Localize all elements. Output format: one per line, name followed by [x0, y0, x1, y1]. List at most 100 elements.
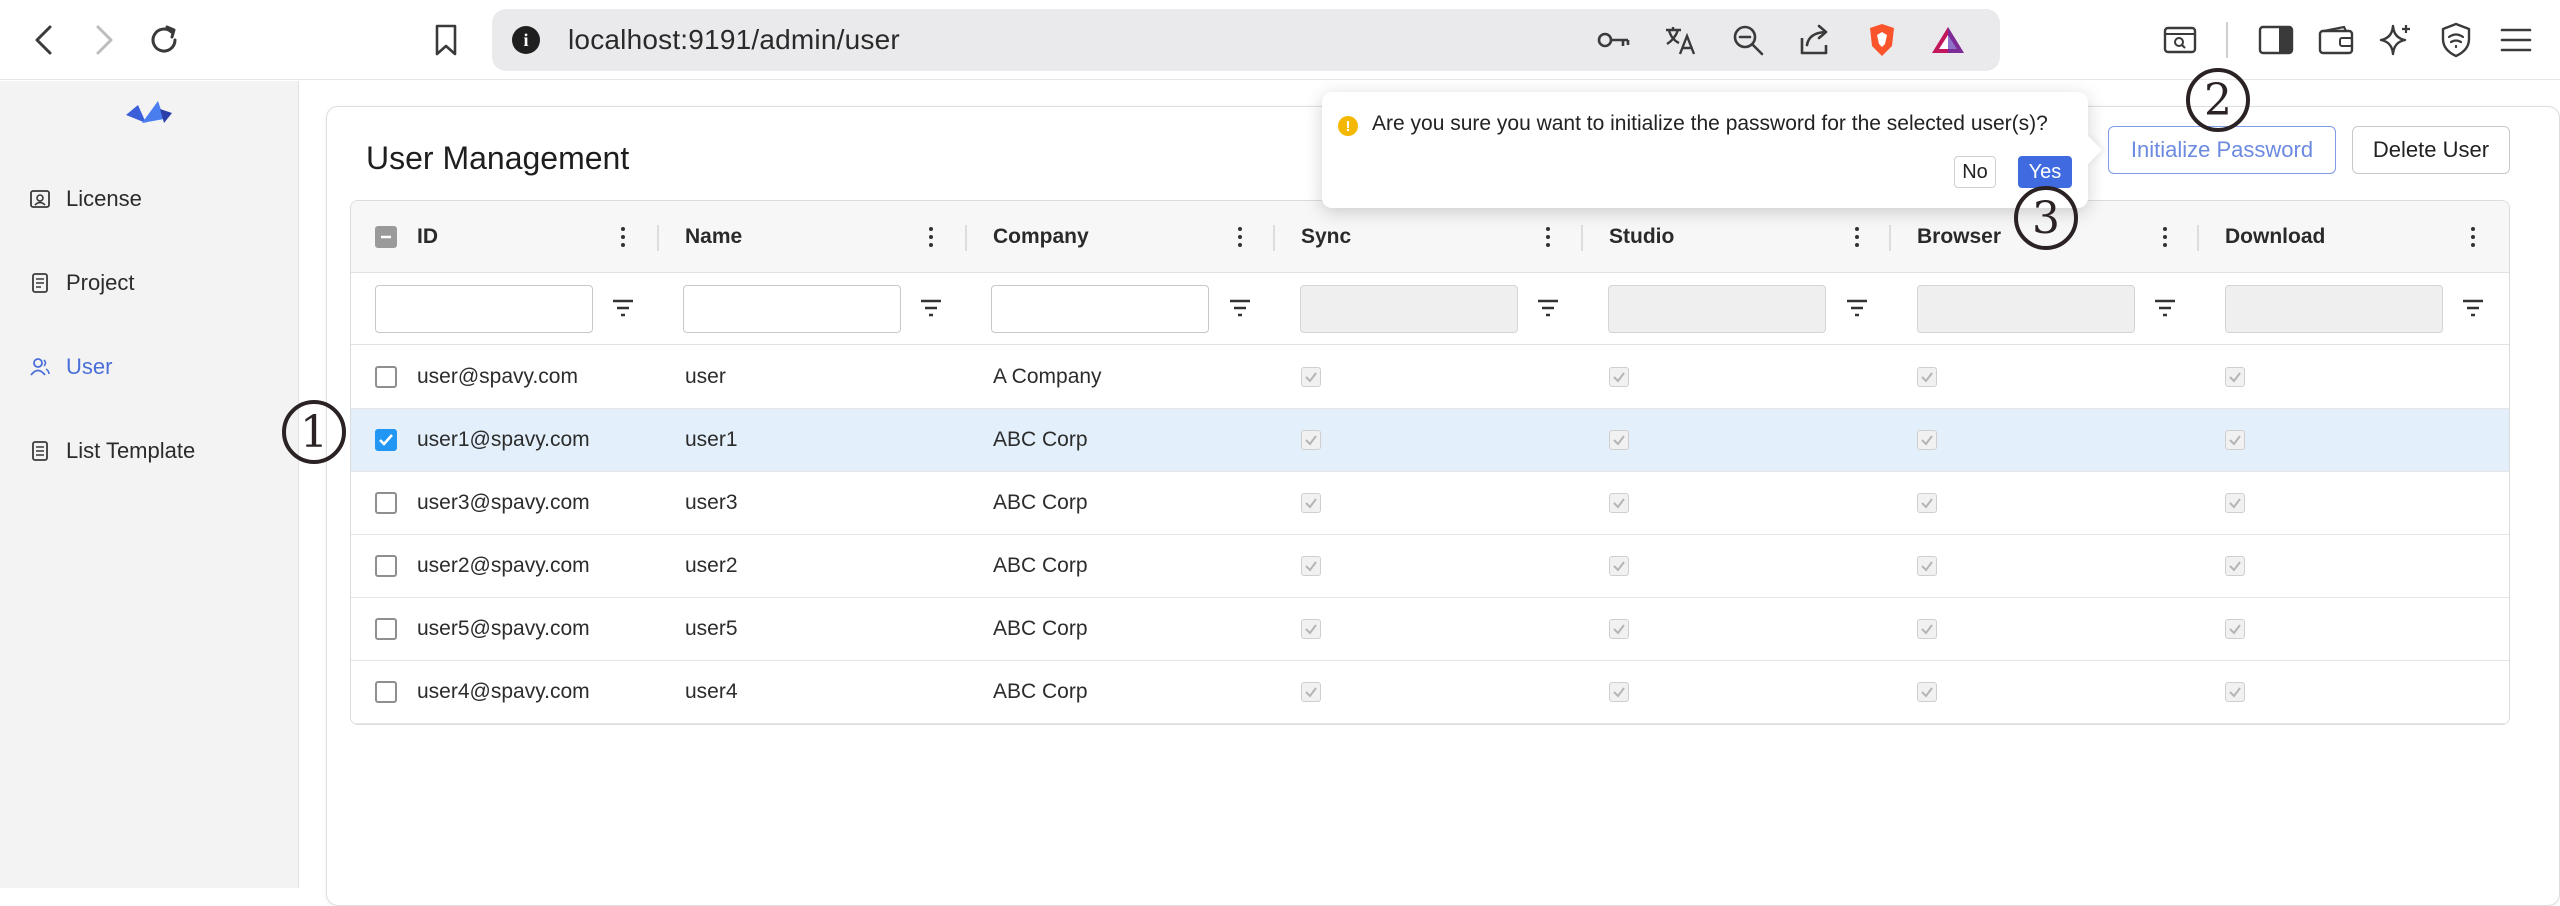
column-separator[interactable] — [1273, 225, 1275, 251]
row-checkbox[interactable] — [375, 429, 397, 451]
reload-icon[interactable] — [138, 14, 190, 66]
address-bar[interactable]: i localhost:9191/admin/user — [492, 9, 2000, 71]
step-marker-2: 2 — [2186, 68, 2250, 132]
column-menu-icon[interactable] — [921, 221, 941, 253]
share-icon[interactable] — [1796, 22, 1832, 58]
sidebar-item-label: List Template — [66, 438, 196, 463]
studio-checkbox — [1609, 556, 1629, 576]
column-header-company[interactable]: Company — [993, 201, 1089, 273]
column-separator[interactable] — [1581, 225, 1583, 251]
studio-filter-input[interactable] — [1608, 285, 1826, 333]
table-row[interactable]: user2@spavy.com user2 ABC Corp — [351, 535, 2509, 598]
confirm-no-button[interactable]: No — [1954, 156, 1996, 188]
sidebar-item-label: License — [66, 186, 142, 211]
column-header-browser[interactable]: Browser — [1917, 201, 2001, 273]
cell-id: user5@spavy.com — [417, 617, 590, 640]
column-menu-icon[interactable] — [1538, 221, 1558, 253]
column-header-sync[interactable]: Sync — [1301, 201, 1351, 273]
column-menu-icon[interactable] — [2463, 221, 2483, 253]
sidebar: License Project User List Template — [0, 81, 299, 888]
step-marker-1: 1 — [282, 400, 346, 464]
table-row[interactable]: user5@spavy.com user5 ABC Corp — [351, 598, 2509, 661]
filter-icon[interactable] — [1228, 295, 1252, 321]
translate-icon[interactable] — [1662, 22, 1698, 58]
download-checkbox — [2225, 367, 2245, 387]
id-filter-input[interactable] — [375, 285, 593, 333]
browser-toolbar: i localhost:9191/admin/user — [0, 0, 2560, 80]
cell-name: user5 — [685, 617, 738, 640]
row-checkbox[interactable] — [375, 366, 397, 388]
cell-name: user — [685, 365, 726, 388]
filter-icon[interactable] — [2461, 295, 2485, 321]
sidebar-item-label: User — [66, 354, 113, 379]
column-header-download[interactable]: Download — [2225, 201, 2325, 273]
row-checkbox[interactable] — [375, 618, 397, 640]
table-row[interactable]: user@spavy.com user A Company — [351, 346, 2509, 409]
column-menu-icon[interactable] — [613, 221, 633, 253]
table-row[interactable]: user4@spavy.com user4 ABC Corp — [351, 661, 2509, 724]
filter-icon[interactable] — [1845, 295, 1869, 321]
sidebar-icon[interactable] — [2254, 18, 2298, 62]
search-tabs-icon[interactable] — [2158, 18, 2202, 62]
page-title: User Management — [366, 140, 630, 176]
filter-icon[interactable] — [919, 295, 943, 321]
sidebar-item-list-template[interactable]: List Template — [28, 429, 195, 473]
row-checkbox[interactable] — [375, 681, 397, 703]
download-filter-input[interactable] — [2225, 285, 2443, 333]
menu-icon[interactable] — [2494, 18, 2538, 62]
key-icon[interactable] — [1596, 22, 1632, 58]
sync-checkbox — [1301, 430, 1321, 450]
sync-checkbox — [1301, 367, 1321, 387]
select-all-checkbox[interactable] — [375, 226, 397, 248]
filter-row — [351, 273, 2509, 345]
column-separator[interactable] — [657, 225, 659, 251]
filter-icon[interactable] — [1536, 295, 1560, 321]
wallet-icon[interactable] — [2314, 18, 2358, 62]
leo-ai-icon[interactable] — [2374, 18, 2418, 62]
filter-icon[interactable] — [2153, 295, 2177, 321]
cell-name: user3 — [685, 491, 738, 514]
sync-checkbox — [1301, 556, 1321, 576]
forward-icon[interactable] — [78, 14, 130, 66]
warning-icon: ! — [1338, 116, 1358, 136]
row-checkbox[interactable] — [375, 492, 397, 514]
bookmark-icon[interactable] — [420, 14, 472, 66]
column-separator[interactable] — [2197, 225, 2199, 251]
column-menu-icon[interactable] — [2155, 221, 2175, 253]
brave-shield-icon[interactable] — [1864, 22, 1900, 58]
table-row[interactable]: user1@spavy.com user1 ABC Corp — [351, 409, 2509, 472]
back-icon[interactable] — [18, 14, 70, 66]
column-menu-icon[interactable] — [1230, 221, 1250, 253]
company-filter-input[interactable] — [991, 285, 1209, 333]
brave-rewards-icon[interactable] — [1930, 22, 1966, 58]
column-header-name[interactable]: Name — [685, 201, 742, 273]
name-filter-input[interactable] — [683, 285, 901, 333]
browser-filter-input[interactable] — [1917, 285, 2135, 333]
filter-icon[interactable] — [611, 295, 635, 321]
row-checkbox[interactable] — [375, 555, 397, 577]
vpn-icon[interactable] — [2434, 18, 2478, 62]
sidebar-item-user[interactable]: User — [28, 345, 112, 389]
delete-user-button[interactable]: Delete User — [2352, 126, 2510, 174]
cell-id: user@spavy.com — [417, 365, 578, 388]
sidebar-item-license[interactable]: License — [28, 177, 142, 221]
column-header-id[interactable]: ID — [417, 201, 438, 273]
column-header-studio[interactable]: Studio — [1609, 201, 1674, 273]
confirm-popover — [1322, 92, 2088, 208]
site-info-icon[interactable]: i — [512, 26, 540, 54]
confirm-yes-button[interactable]: Yes — [2018, 156, 2072, 188]
table-row[interactable]: user3@spavy.com user3 ABC Corp — [351, 472, 2509, 535]
url-text: localhost:9191/admin/user — [568, 24, 900, 55]
column-separator[interactable] — [1889, 225, 1891, 251]
sidebar-item-project[interactable]: Project — [28, 261, 134, 305]
zoom-out-icon[interactable] — [1730, 22, 1766, 58]
cell-name: user1 — [685, 428, 738, 451]
sync-checkbox — [1301, 493, 1321, 513]
initialize-password-button[interactable]: Initialize Password — [2108, 126, 2336, 174]
sync-filter-input[interactable] — [1300, 285, 1518, 333]
app-logo[interactable] — [124, 97, 174, 133]
cell-id: user4@spavy.com — [417, 680, 590, 703]
column-separator[interactable] — [965, 225, 967, 251]
sync-checkbox — [1301, 682, 1321, 702]
column-menu-icon[interactable] — [1847, 221, 1867, 253]
